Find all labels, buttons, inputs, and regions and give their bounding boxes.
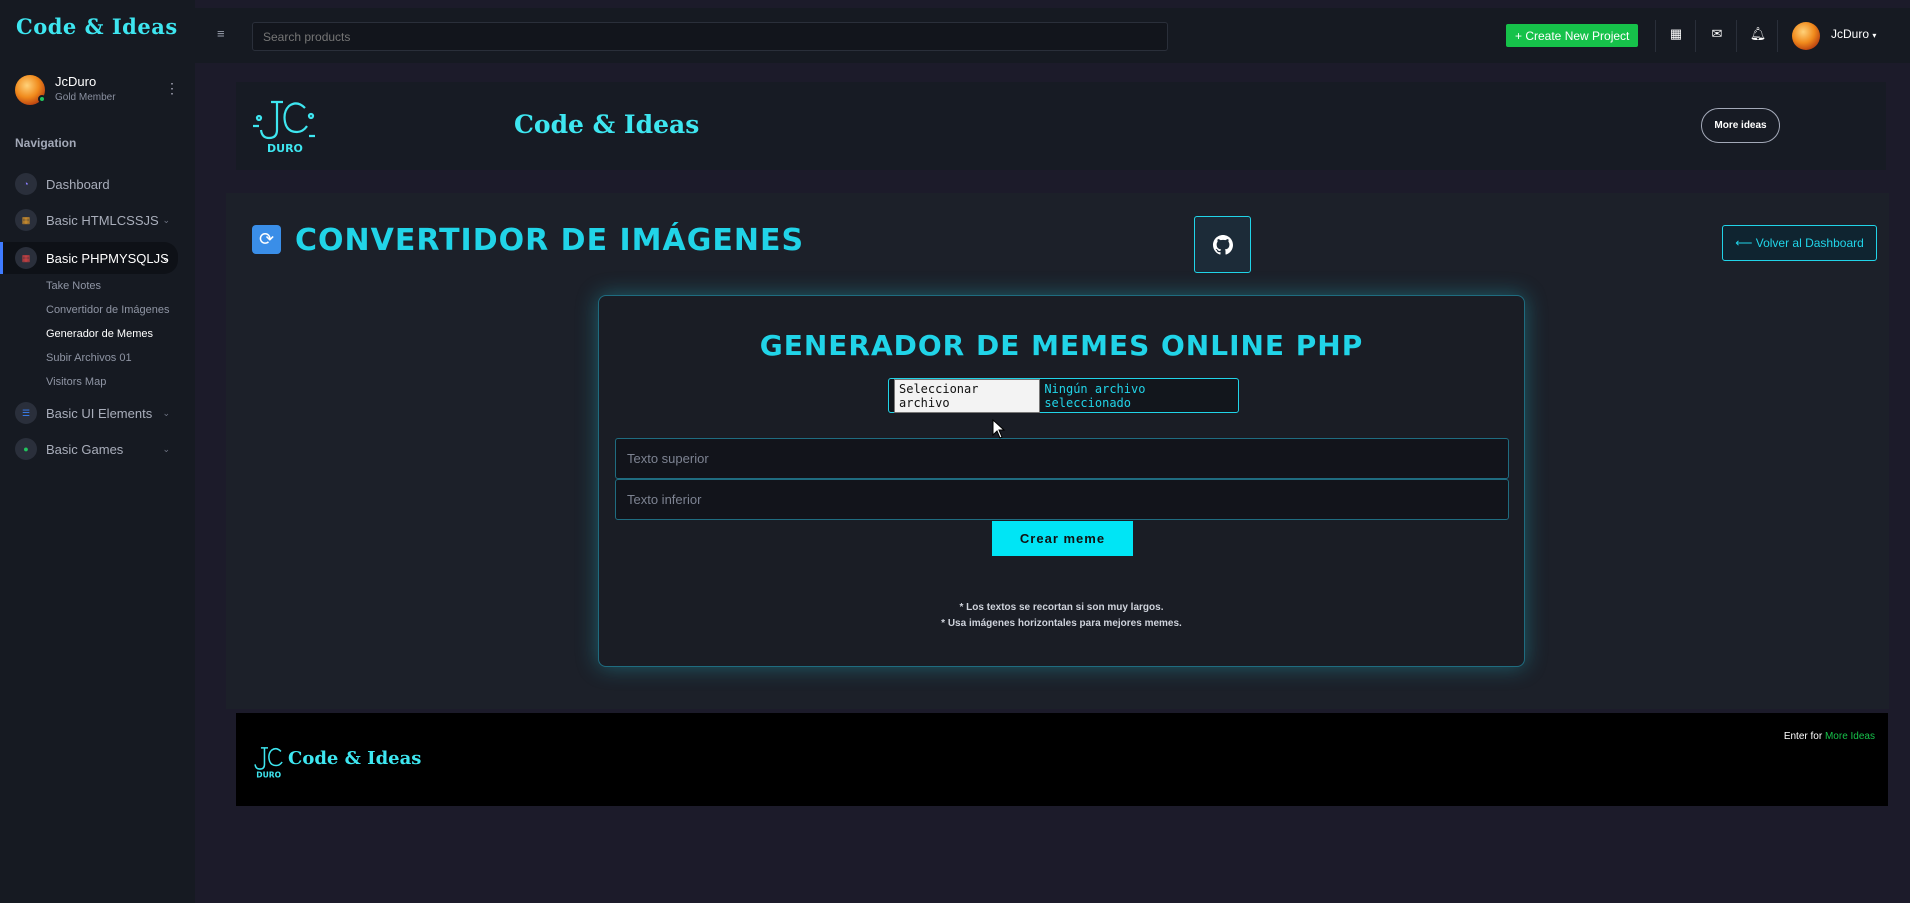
top-text-input[interactable] xyxy=(615,438,1509,479)
avatar[interactable] xyxy=(15,75,46,105)
main-content: ⟳ CONVERTIDOR DE IMÁGENES ⟵ Volver al Da… xyxy=(226,193,1889,709)
github-button[interactable] xyxy=(1194,216,1251,273)
search-input[interactable] xyxy=(252,22,1168,51)
bell-icon[interactable]: 🔔︎ xyxy=(1749,26,1767,44)
create-meme-button[interactable]: Crear meme xyxy=(992,521,1133,556)
github-icon xyxy=(1212,234,1233,255)
chevron-down-icon: ⌄ xyxy=(162,214,170,225)
sidebar-subitem-subir-archivos[interactable]: Subir Archivos 01 xyxy=(46,352,132,364)
sidebar-item-label: Basic Games xyxy=(46,441,124,457)
user-name: JcDuro xyxy=(55,74,97,89)
footer-more-ideas: Enter for More Ideas xyxy=(1784,731,1875,742)
sidebar-subitem-visitors-map[interactable]: Visitors Map xyxy=(46,376,106,388)
bottom-text-input[interactable] xyxy=(615,479,1509,520)
caret-down-icon: ▾ xyxy=(1872,31,1877,40)
more-ideas-link[interactable]: More Ideas xyxy=(1825,731,1875,742)
note-text: * Usa imágenes horizontales para mejores… xyxy=(941,618,1182,629)
nav-section-title: Navigation xyxy=(15,136,77,150)
mail-icon[interactable]: ✉ xyxy=(1708,26,1726,44)
sidebar-item-dashboard[interactable]: ◔ Dashboard xyxy=(15,170,178,198)
footer: DURO Code & Ideas Enter for More Ideas xyxy=(236,713,1888,806)
divider xyxy=(1777,20,1778,52)
card-title: GENERADOR DE MEMES ONLINE PHP xyxy=(759,329,1364,362)
back-to-dashboard-button[interactable]: ⟵ Volver al Dashboard xyxy=(1722,225,1877,261)
jc-duro-logo: DURO xyxy=(254,747,283,779)
sidebar-subitem-take-notes[interactable]: Take Notes xyxy=(46,280,101,292)
gamepad-icon: ● xyxy=(15,438,37,460)
banner-title: Code & Ideas xyxy=(514,110,700,139)
sidebar-subitem-convertidor[interactable]: Convertidor de Imágenes xyxy=(46,304,170,316)
sidebar-subitem-generador-memes[interactable]: Generador de Memes xyxy=(46,328,153,340)
divider xyxy=(1736,20,1737,52)
note-text: * Los textos se recortan si son muy larg… xyxy=(959,602,1164,613)
grid-icon: ▦ xyxy=(15,209,37,231)
jc-duro-logo[interactable]: DURO xyxy=(249,96,317,156)
menu-toggle-icon[interactable]: ≡ xyxy=(217,26,225,41)
sidebar-item-label: Basic UI Elements xyxy=(46,405,153,421)
sidebar-item-label: Basic PHPMYSQLJS xyxy=(46,250,169,266)
create-project-button[interactable]: + Create New Project xyxy=(1506,24,1639,47)
grid-icon: ▦ xyxy=(15,247,37,269)
user-profile: JcDuro Gold Member ⋮ xyxy=(15,72,185,108)
sidebar-item-basic-games[interactable]: ● Basic Games ⌄ xyxy=(15,435,178,463)
topbar: ≡ + Create New Project ▦ ✉ 🔔︎ JcDuro ▾ xyxy=(195,8,1910,63)
sidebar-item-label: Basic HTMLCSSJS xyxy=(46,212,159,228)
sidebar-item-basic-phpmysqljs[interactable]: ▦ Basic PHPMYSQLJS ⌄ xyxy=(0,242,178,274)
chevron-down-icon: ⌄ xyxy=(162,407,170,418)
more-ideas-button[interactable]: More ideas xyxy=(1701,108,1780,143)
sidebar: Code & Ideas JcDuro Gold Member ⋮ Naviga… xyxy=(0,0,195,903)
brand-logo[interactable]: Code & Ideas xyxy=(16,14,178,39)
svg-text:DURO: DURO xyxy=(256,770,281,779)
file-status: Ningún archivo seleccionado xyxy=(1044,381,1146,410)
apps-grid-icon[interactable]: ▦ xyxy=(1667,26,1685,44)
chevron-down-icon: ⌄ xyxy=(161,252,170,264)
divider xyxy=(1695,20,1696,52)
page-title: CONVERTIDOR DE IMÁGENES xyxy=(295,223,805,258)
sidebar-item-label: Dashboard xyxy=(46,176,110,192)
avatar[interactable] xyxy=(1792,22,1820,50)
choose-file-button[interactable]: Seleccionar archivo xyxy=(894,378,1041,413)
footer-title: Code & Ideas xyxy=(288,748,422,769)
user-menu[interactable]: JcDuro ▾ xyxy=(1831,27,1876,41)
speedometer-icon: ◔ xyxy=(15,173,37,195)
more-vertical-icon[interactable]: ⋮ xyxy=(165,80,179,97)
footer-prefix: Enter for xyxy=(1783,731,1825,742)
divider xyxy=(1655,20,1656,52)
user-role: Gold Member xyxy=(55,92,116,103)
sidebar-item-basic-ui-elements[interactable]: ☰ Basic UI Elements ⌄ xyxy=(15,399,178,427)
mouse-cursor-icon xyxy=(992,419,1006,439)
meme-generator-card: GENERADOR DE MEMES ONLINE PHP Selecciona… xyxy=(598,295,1525,667)
online-status-dot xyxy=(38,95,46,103)
file-input[interactable]: Seleccionar archivo Ningún archivo selec… xyxy=(888,378,1239,413)
header-banner: DURO Code & Ideas More ideas xyxy=(236,82,1886,170)
svg-text:DURO: DURO xyxy=(267,142,303,155)
user-menu-name: JcDuro xyxy=(1831,27,1870,41)
refresh-icon: ⟳ xyxy=(252,225,281,254)
chevron-down-icon: ⌄ xyxy=(162,443,170,454)
layers-icon: ☰ xyxy=(15,402,37,424)
sidebar-item-basic-htmlcssjs[interactable]: ▦ Basic HTMLCSSJS ⌄ xyxy=(15,206,178,234)
